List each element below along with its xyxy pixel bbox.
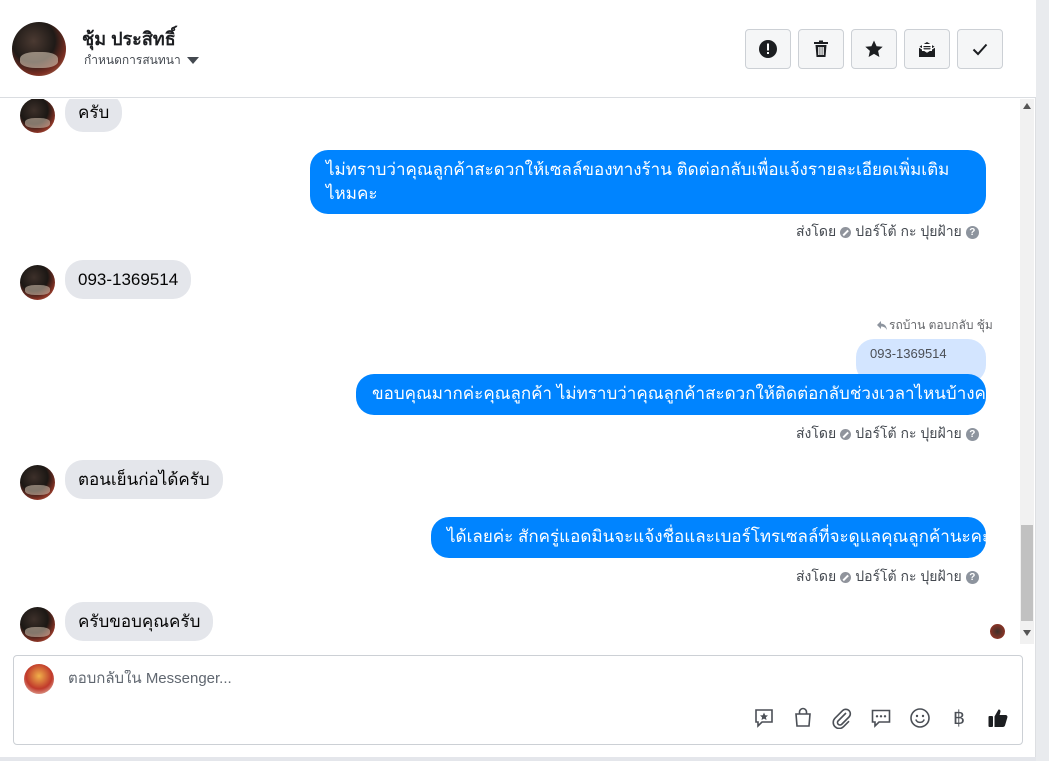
agent-icon: [840, 571, 852, 583]
quick-reply-button[interactable]: [869, 706, 893, 730]
contact-avatar-small: [20, 99, 55, 133]
contact-avatar[interactable]: [12, 22, 66, 76]
help-icon[interactable]: ?: [965, 570, 979, 584]
help-icon[interactable]: ?: [965, 427, 979, 441]
saved-reply-button[interactable]: [752, 706, 776, 730]
sender-name[interactable]: ปอร์โต้ กะ ปุยฝ้าย: [855, 566, 962, 588]
incoming-message: ตอนเย็นก่อได้ครับ: [65, 460, 223, 499]
scroll-down-arrow[interactable]: [1023, 630, 1031, 636]
sender-name[interactable]: ปอร์โต้ กะ ปุยฝ้าย: [855, 423, 962, 445]
attach-icon: [832, 708, 852, 729]
page-bottom-edge: [0, 757, 1036, 761]
incoming-message: 093-1369514: [65, 260, 192, 299]
contact-avatar-small: [20, 607, 55, 642]
shop-icon: [795, 707, 811, 727]
like-button[interactable]: [986, 706, 1010, 730]
incoming-message: ครับ: [65, 99, 123, 132]
header-actions: [745, 29, 1003, 69]
alert-icon: [759, 40, 777, 58]
message-thread[interactable]: ครับ ไม่ทราบว่าคุณลูกค้าสะดวกให้เซลล์ของ…: [0, 99, 1020, 644]
page-avatar: [24, 664, 54, 694]
star-button[interactable]: [851, 29, 897, 69]
sent-by-info: ส่งโดย ปอร์โต้ กะ ปุยฝ้าย ?: [796, 221, 979, 243]
sender-name[interactable]: ปอร์โต้ กะ ปุยฝ้าย: [855, 221, 962, 243]
help-icon[interactable]: ?: [965, 225, 979, 239]
sent-by-label: ส่งโดย: [796, 568, 837, 584]
schedule-label: กำหนดการสนทนา: [84, 53, 181, 67]
sent-by-info: ส่งโดย ปอร์โต้ กะ ปุยฝ้าย ?: [796, 423, 979, 445]
check-icon: [972, 43, 988, 56]
agent-icon: [840, 226, 852, 238]
conversation-schedule-dropdown[interactable]: กำหนดการสนทนา: [84, 51, 199, 70]
mark-unread-icon: [918, 42, 936, 57]
attach-button[interactable]: [830, 706, 854, 730]
done-button[interactable]: [957, 29, 1003, 69]
scroll-up-arrow[interactable]: [1023, 103, 1031, 109]
trash-icon: [814, 40, 828, 57]
conversation-header: ชุ้ม ประสิทธิ์ กำหนดการสนทนา: [0, 0, 1036, 98]
scroll-thumb[interactable]: [1021, 525, 1033, 621]
outgoing-message: ขอบคุณมากค่ะคุณลูกค้า ไม่ทราบว่าคุณลูกค้…: [356, 374, 995, 415]
seen-indicator-avatar: [990, 624, 1005, 639]
incoming-message: ครับขอบคุณครับ: [65, 602, 214, 641]
sent-by-label: ส่งโดย: [796, 223, 837, 239]
contact-avatar-small: [20, 465, 55, 500]
star-icon: [865, 40, 883, 57]
emoji-icon: [910, 708, 930, 728]
payment-button[interactable]: ฿: [947, 706, 971, 730]
contact-name[interactable]: ชุ้ม ประสิทธิ์: [82, 24, 176, 53]
baht-icon: ฿: [952, 707, 966, 729]
thread-scrollbar[interactable]: [1020, 99, 1034, 644]
caret-down-icon: [186, 57, 199, 64]
agent-icon: [840, 428, 852, 440]
chat-icon: [871, 709, 891, 728]
sent-by-info: ส่งโดย ปอร์โต้ กะ ปุยฝ้าย ?: [796, 566, 979, 588]
saved-reply-icon: [755, 709, 773, 728]
outgoing-message: ไม่ทราบว่าคุณลูกค้าสะดวกให้เซลล์ของทางร้…: [310, 150, 986, 214]
composer-toolbar: ฿: [752, 706, 1010, 730]
reply-arrow-icon: [877, 321, 887, 330]
page-edge: [1036, 0, 1049, 761]
mark-unread-button[interactable]: [904, 29, 950, 69]
reply-input[interactable]: [68, 670, 968, 687]
like-icon: [988, 709, 1008, 727]
outgoing-message: ได้เลยค่ะ สักครู่แอดมินจะแจ้งชื่อและเบอร…: [431, 517, 991, 558]
delete-button[interactable]: [798, 29, 844, 69]
sent-by-label: ส่งโดย: [796, 425, 837, 441]
report-button[interactable]: [745, 29, 791, 69]
shop-button[interactable]: [791, 706, 815, 730]
reply-note: รถบ้าน ตอบกลับ ชุ้ม: [877, 316, 993, 335]
message-composer: ฿: [13, 655, 1023, 745]
reply-note-text: รถบ้าน ตอบกลับ ชุ้ม: [889, 318, 993, 332]
emoji-button[interactable]: [908, 706, 932, 730]
contact-avatar-small: [20, 265, 55, 300]
